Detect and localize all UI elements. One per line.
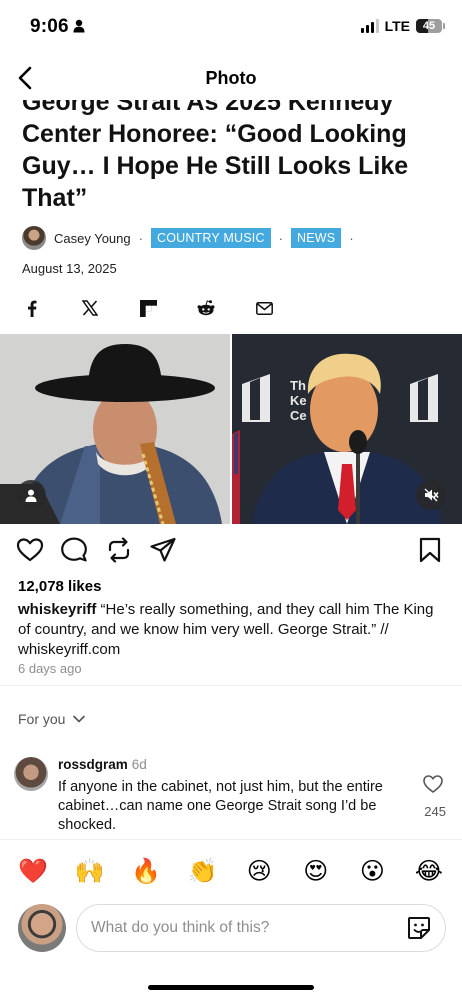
nav-bar: Photo xyxy=(0,56,462,100)
user-tag-button[interactable] xyxy=(16,480,46,510)
post-actions xyxy=(16,536,444,566)
emoji-raising-hands[interactable]: 🙌 xyxy=(75,858,105,886)
tag-country-music[interactable]: COUNTRY MUSIC xyxy=(150,228,271,248)
heart-icon[interactable] xyxy=(16,536,44,564)
person-icon xyxy=(73,19,85,33)
comment-username[interactable]: rossdgram xyxy=(58,757,128,772)
caption-username[interactable]: whiskeyriff xyxy=(18,601,96,618)
status-bar: 9:06 LTE 45 xyxy=(0,0,462,56)
for-you-dropdown[interactable]: For you xyxy=(18,711,86,727)
flipboard-icon[interactable] xyxy=(138,298,158,318)
svg-text:Ce: Ce xyxy=(290,408,307,423)
post-image[interactable]: Th Ke Ce xyxy=(0,334,462,524)
battery-icon: 45 xyxy=(416,19,445,33)
separator-dot: · xyxy=(349,230,354,246)
battery-level: 45 xyxy=(422,20,436,32)
comment-item: rossdgram 6d If anyone in the cabinet, no… xyxy=(14,757,448,837)
post-caption: whiskeyriff “He’s really something, and … xyxy=(18,600,448,660)
share-icon[interactable] xyxy=(149,536,177,564)
signal-icon xyxy=(360,19,379,33)
mute-button[interactable] xyxy=(416,480,446,510)
home-indicator[interactable] xyxy=(148,985,314,990)
author-name[interactable]: Casey Young xyxy=(54,231,131,246)
facebook-icon[interactable] xyxy=(22,298,42,318)
photo-george-strait[interactable] xyxy=(0,334,230,524)
heart-icon[interactable] xyxy=(422,773,444,795)
separator-dot: · xyxy=(278,230,284,246)
status-indicators: LTE 45 xyxy=(360,18,445,34)
comment-age: 6d xyxy=(131,757,147,772)
svg-text:Ke: Ke xyxy=(290,393,307,408)
byline: Casey Young · COUNTRY MUSIC · NEWS · xyxy=(22,226,362,250)
status-time: 9:06 xyxy=(30,16,69,37)
emoji-surprised[interactable]: 😮 xyxy=(357,858,387,886)
article-preview[interactable]: George Strait As 2025 Kennedy Center Hon… xyxy=(0,86,462,334)
emoji-laughing[interactable]: 😂 xyxy=(414,858,444,886)
emoji-red-heart[interactable]: ❤️ xyxy=(18,858,48,886)
comment-input[interactable] xyxy=(76,904,446,952)
emoji-fire[interactable]: 🔥 xyxy=(131,858,161,886)
comment-like-count: 245 xyxy=(424,804,446,819)
article-headline[interactable]: George Strait As 2025 Kennedy Center Hon… xyxy=(22,86,442,214)
emoji-clapping[interactable]: 👏 xyxy=(188,858,218,886)
svg-text:Th: Th xyxy=(290,378,306,393)
divider xyxy=(0,839,462,840)
network-label: LTE xyxy=(384,18,410,34)
avatar[interactable] xyxy=(14,757,48,791)
bookmark-icon[interactable] xyxy=(416,536,444,564)
divider xyxy=(0,685,462,686)
chevron-down-icon xyxy=(73,715,86,723)
mail-icon[interactable] xyxy=(254,298,274,318)
comment-composer xyxy=(16,902,446,954)
x-icon[interactable] xyxy=(80,298,100,318)
post-timestamp: 6 days ago xyxy=(18,661,82,676)
page-title: Photo xyxy=(205,68,257,88)
avatar[interactable] xyxy=(18,904,66,952)
speaker-muted-icon xyxy=(424,488,439,502)
emoji-heart-eyes[interactable]: 😍 xyxy=(301,858,331,886)
emoji-crying[interactable]: 😢 xyxy=(244,858,274,886)
tag-news[interactable]: NEWS xyxy=(291,228,342,248)
sticker-icon[interactable] xyxy=(406,915,432,941)
comment-icon[interactable] xyxy=(60,536,88,564)
repost-icon[interactable] xyxy=(105,536,133,564)
comment-username-line: rossdgram 6d xyxy=(58,757,147,772)
reddit-icon[interactable] xyxy=(196,298,216,318)
author-avatar[interactable] xyxy=(22,226,46,250)
share-row xyxy=(22,298,312,318)
like-count[interactable]: 12,078 likes xyxy=(18,578,101,595)
article-date: August 13, 2025 xyxy=(22,261,117,276)
for-you-label: For you xyxy=(18,711,66,727)
photo-trump[interactable]: Th Ke Ce xyxy=(232,334,462,524)
separator-dot: · xyxy=(138,230,143,246)
person-icon xyxy=(25,489,37,502)
comment-text: If anyone in the cabinet, not just him, … xyxy=(58,779,383,833)
emoji-reaction-bar: ❤️ 🙌 🔥 👏 😢 😍 😮 😂 xyxy=(18,856,444,888)
